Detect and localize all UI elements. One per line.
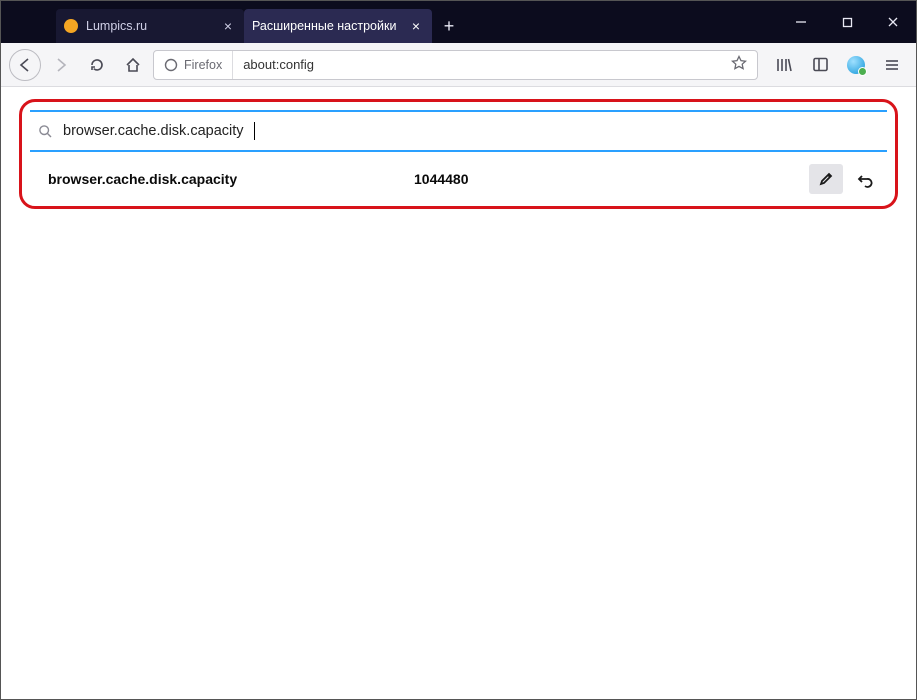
close-window-button[interactable] — [870, 1, 916, 43]
toolbar-right — [768, 49, 908, 81]
tab-label: Lumpics.ru — [86, 19, 220, 33]
tab-lumpics[interactable]: Lumpics.ru × — [56, 9, 244, 43]
close-icon[interactable]: × — [408, 18, 424, 34]
pencil-icon — [818, 171, 834, 187]
nav-bar: Firefox — [1, 43, 916, 87]
pref-name: browser.cache.disk.capacity — [34, 171, 414, 187]
undo-icon — [857, 170, 875, 188]
pref-search-container: browser.cache.disk.capacity — [30, 110, 887, 152]
new-tab-button[interactable]: + — [432, 9, 466, 43]
app-menu-button[interactable] — [876, 49, 908, 81]
page-content: browser.cache.disk.capacity browser.cach… — [1, 87, 916, 221]
sidebar-button[interactable] — [804, 49, 836, 81]
close-icon[interactable]: × — [220, 18, 236, 34]
url-bar[interactable]: Firefox — [153, 50, 758, 80]
identity-box[interactable]: Firefox — [154, 51, 233, 79]
annotation-highlight: browser.cache.disk.capacity browser.cach… — [19, 99, 898, 209]
pref-row: browser.cache.disk.capacity 1044480 — [30, 162, 887, 196]
reload-button[interactable] — [81, 49, 113, 81]
edit-button[interactable] — [809, 164, 843, 194]
profile-button[interactable] — [840, 49, 872, 81]
search-icon — [38, 124, 53, 139]
identity-label: Firefox — [184, 58, 222, 72]
firefox-logo-icon — [164, 58, 178, 72]
maximize-button[interactable] — [824, 1, 870, 43]
minimize-button[interactable] — [778, 1, 824, 43]
bookmark-star-icon[interactable] — [721, 55, 757, 74]
forward-button[interactable] — [45, 49, 77, 81]
home-button[interactable] — [117, 49, 149, 81]
reset-button[interactable] — [849, 164, 883, 194]
pref-value: 1044480 — [414, 171, 809, 187]
tab-label: Расширенные настройки — [252, 19, 408, 33]
library-button[interactable] — [768, 49, 800, 81]
title-bar: Lumpics.ru × Расширенные настройки × + — [1, 1, 916, 43]
tab-about-config[interactable]: Расширенные настройки × — [244, 9, 432, 43]
profile-avatar-icon — [847, 56, 865, 74]
back-button[interactable] — [9, 49, 41, 81]
pref-search-text: browser.cache.disk.capacity — [63, 123, 244, 139]
text-caret — [254, 122, 255, 140]
url-input[interactable] — [233, 51, 721, 79]
window-controls — [778, 1, 916, 43]
favicon-icon — [64, 19, 78, 33]
